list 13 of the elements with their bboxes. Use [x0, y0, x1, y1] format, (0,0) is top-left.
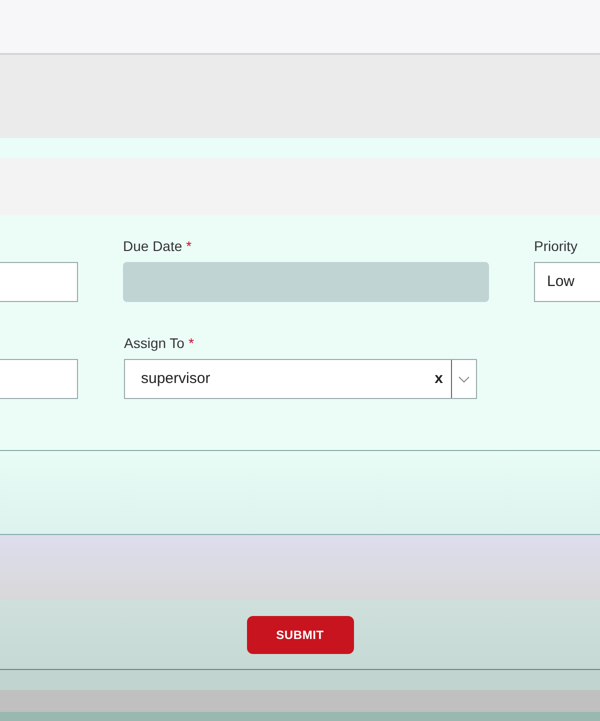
selected-value: supervisor [140, 368, 212, 389]
chevron-down-icon [458, 376, 470, 382]
field-label: Assign To [124, 334, 184, 353]
required-asterisk: * [188, 334, 194, 352]
input-field[interactable] [0, 262, 78, 302]
priority-select[interactable]: Low [534, 262, 600, 302]
assign-combobox[interactable]: supervisor x [124, 359, 477, 399]
field-label: Priority [534, 236, 578, 256]
required-asterisk: * [186, 236, 192, 256]
clear-button[interactable]: x [426, 368, 451, 390]
field-label: Due Date [123, 236, 182, 256]
submit-button[interactable]: SUBMIT [246, 616, 354, 654]
input-field[interactable] [0, 359, 78, 399]
